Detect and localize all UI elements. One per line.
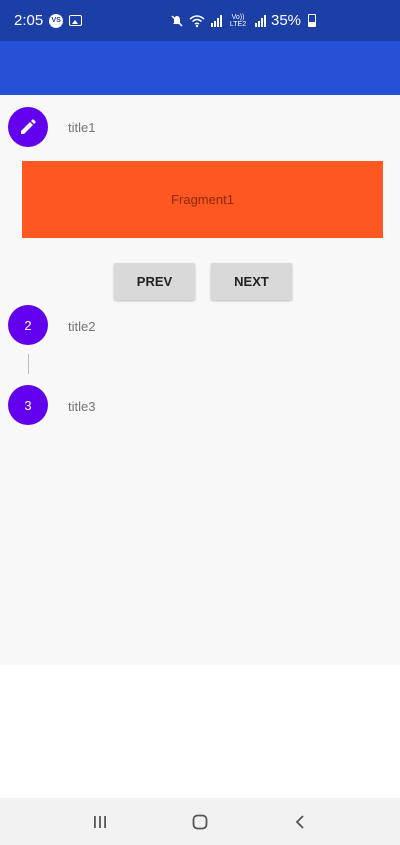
next-button[interactable]: NEXT: [211, 263, 292, 300]
signal-2-icon: [255, 14, 266, 27]
notification-badge-icon: VS: [49, 13, 64, 28]
battery-icon: [308, 14, 317, 27]
status-time: 2:05: [14, 12, 44, 29]
prev-button[interactable]: PREV: [114, 263, 195, 300]
step-3-number: 3: [24, 397, 32, 413]
fragment-label: Fragment1: [171, 192, 234, 207]
status-left: 2:05 VS: [14, 12, 83, 29]
home-icon: [192, 814, 208, 829]
back-button[interactable]: [290, 812, 310, 832]
step-2-indicator[interactable]: 2: [8, 305, 48, 345]
network-label: Vo)) LTE2: [229, 13, 247, 28]
status-right: Vo)) LTE2 35%: [170, 0, 317, 41]
home-button[interactable]: [190, 812, 210, 832]
fragment-container: Fragment1: [22, 161, 383, 238]
step-1-indicator[interactable]: [8, 107, 48, 147]
recents-icon: [94, 815, 106, 828]
recents-button[interactable]: [90, 812, 110, 832]
signal-icon: [211, 14, 222, 27]
step-3-title[interactable]: title3: [68, 399, 95, 414]
step-1-title[interactable]: title1: [68, 120, 95, 135]
status-bar: 2:05 VS Vo)) LTE2 35%: [0, 0, 400, 41]
wifi-icon: [189, 14, 205, 27]
app-bar: [0, 41, 400, 95]
mute-icon: [171, 14, 183, 27]
battery-text: 35%: [271, 12, 302, 29]
step-2-title[interactable]: title2: [68, 319, 95, 334]
system-nav-bar: [0, 798, 400, 845]
step-3-indicator[interactable]: 3: [8, 385, 48, 425]
stepper-content: title1 Fragment1 PREV NEXT 2 title2 3 ti…: [0, 95, 400, 665]
step-connector: [28, 354, 29, 374]
edit-pencil-icon: [21, 119, 36, 134]
back-icon: [295, 814, 304, 829]
gallery-notification-icon: [69, 15, 83, 26]
step-2-number: 2: [24, 317, 32, 333]
